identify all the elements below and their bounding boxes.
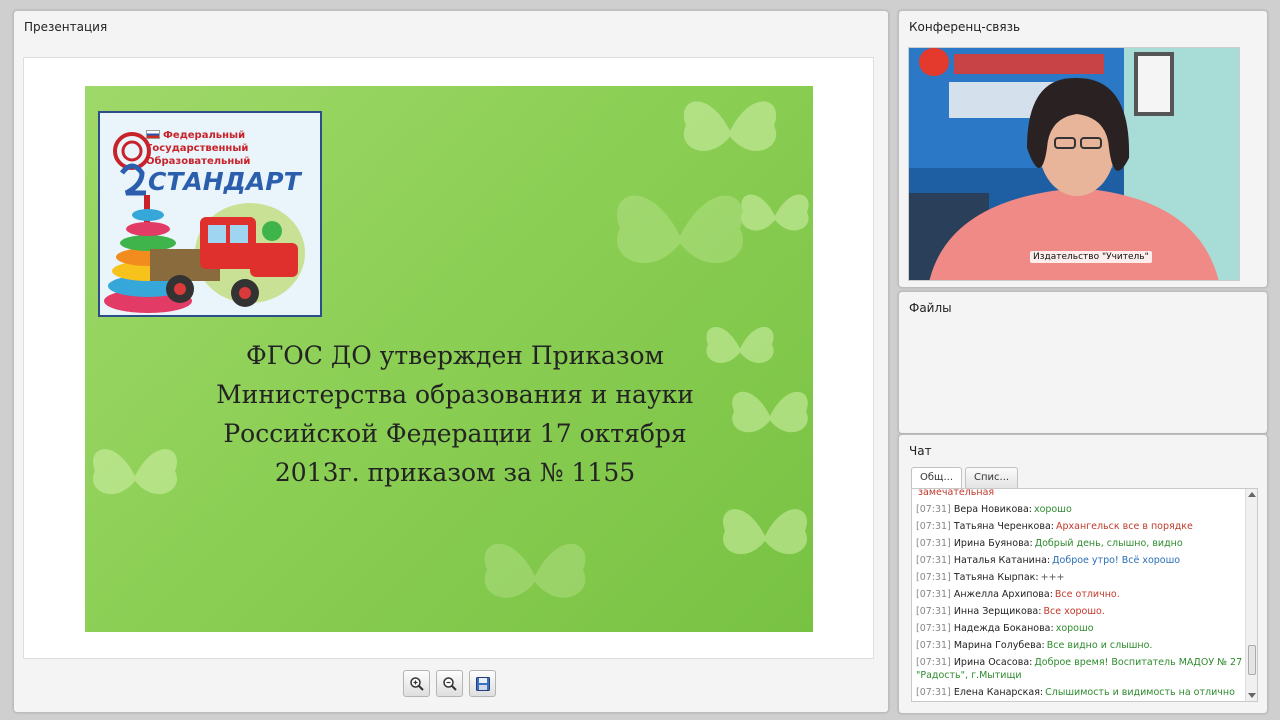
chat-message: [07:31] Татьяна Кырпак: +++ [916,569,1243,586]
chat-message-author: Марина Голубева: [953,640,1045,651]
chat-message-time: [07:31] [916,687,951,698]
chat-message-text: Все хорошо. [1043,606,1105,617]
chat-message-author: Ирина Осасова: [953,657,1033,668]
chat-message-author: Елена Канарская: [953,687,1044,698]
chat-scrollbar[interactable] [1245,489,1257,701]
chat-message-text: Все отлично. [1054,589,1120,600]
chat-message: [07:31] Елена Канарская: Слышимость и вид… [916,684,1243,701]
toys-illustration [104,195,305,313]
chat-message-text: Архангельск все в порядке [1055,521,1193,532]
zoom-out-button[interactable] [436,670,463,697]
slide-text-line: Министерства образования и науки [216,380,694,409]
chat-message-text: Слышимость и видимость на отлично [1045,687,1235,698]
chat-message: [07:31] Наталья Катанина: Доброе утро! Вс… [916,552,1243,569]
zoom-in-button[interactable] [403,670,430,697]
scroll-down-icon[interactable] [1248,693,1256,698]
butterfly-decoration [723,509,807,555]
slide: Федеральный Государственный Образователь… [85,86,813,632]
chat-message-author: Надежда Боканова: [953,623,1054,634]
slide-body-text: ФГОС ДО утвержден Приказом Министерства … [165,336,745,492]
scroll-up-icon[interactable] [1248,492,1256,497]
russia-flag-icon [146,130,160,139]
chat-message: [07:31] Марина Голубева: Все видно и слыш… [916,637,1243,654]
zoom-out-icon [442,676,457,691]
chat-message-text: +++ [1040,572,1065,583]
chat-message-author: Татьяна Кырпак: [953,572,1039,583]
conference-panel: Конференц-связь Издательство "Учитель" [898,10,1268,288]
chat-scroll-thumb[interactable] [1248,645,1256,675]
chat-message-author: Татьяна Черенкова: [953,521,1054,532]
presentation-title: Презентация [24,20,108,34]
slide-text-line: Российской Федерации 17 октября [223,419,687,448]
logo-line: Государственный [146,143,249,154]
chat-message-area[interactable]: замечательная [07:31] Вера Новикова: хорош… [911,488,1258,702]
chat-message-time: [07:31] [916,657,951,668]
chat-message-text: Все видно и слышно. [1046,640,1153,651]
chat-message: [07:31] Надежда Боканова: хорошо [916,620,1243,637]
fgos-logo: Федеральный Государственный Образователь… [98,111,322,317]
speaker-label: Издательство "Учитель" [1030,251,1152,263]
files-panel: Файлы [898,291,1268,434]
chat-message-text: хорошо [1033,504,1072,515]
chat-message-time: [07:31] [916,623,951,634]
chat-message-time: [07:31] [916,572,951,583]
chat-message-time: [07:31] [916,504,951,515]
conference-title: Конференц-связь [909,20,1021,34]
video-feed: Издательство "Учитель" [908,47,1240,281]
chat-message-text: Добрый день, слышно, видно [1034,538,1183,549]
chat-message-text: хорошо [1055,623,1094,634]
butterfly-decoration [617,195,743,264]
zoom-in-icon [409,676,424,691]
save-icon [475,676,490,691]
chat-message-time: [07:31] [916,589,951,600]
slide-text-line: 2013г. приказом за № 1155 [274,458,636,487]
logo-standard-word: СТАНДАРТ [148,167,301,196]
presentation-toolbar [403,670,499,700]
logo-line: Федеральный [163,130,246,141]
slide-area: Федеральный Государственный Образователь… [23,57,874,659]
tab-general[interactable]: Общ... [911,467,962,489]
chat-message-author: Анжелла Архипова: [953,589,1053,600]
butterfly-decoration [683,101,777,151]
chat-message: замечательная [916,488,1243,501]
chat-tabs: Общ... Спис... [911,467,1019,489]
chat-message-author: Ирина Буянова: [953,538,1033,549]
chat-message-time: [07:31] [916,555,951,566]
chat-message: [07:31] Татьяна Черенкова: Архангельск вс… [916,518,1243,535]
chat-message: [07:31] Ирина Осасова: Доброе время! Восп… [916,654,1243,684]
chat-message-text: замечательная [918,488,995,498]
chat-message-time: [07:31] [916,606,951,617]
chat-panel: Чат Общ... Спис... замечательная [07:31] … [898,434,1268,714]
save-button[interactable] [469,670,496,697]
chat-message-author: Наталья Катанина: [953,555,1051,566]
chat-message: [07:31] Вера Новикова: хорошо [916,501,1243,518]
chat-message-time: [07:31] [916,521,951,532]
chat-message-time: [07:31] [916,640,951,651]
chat-message-text: Доброе утро! Всё хорошо [1052,555,1181,566]
butterfly-decoration [484,543,586,598]
chat-message: [07:31] Инна Зерщикова: Все хорошо. [916,603,1243,620]
chat-message: [07:31] Анжелла Архипова: Все отлично. [916,586,1243,603]
chat-message: [07:31] Ирина Буянова: Добрый день, слышн… [916,535,1243,552]
logo-caption: Федеральный Государственный Образователь… [146,129,316,168]
chat-message-time: [07:31] [916,538,951,549]
chat-message-author: Вера Новикова: [953,504,1032,515]
chat-message-author: Инна Зерщикова: [953,606,1042,617]
video-frame [909,48,1239,280]
files-title: Файлы [909,301,952,315]
slide-text-line: ФГОС ДО утвержден Приказом [246,341,664,370]
chat-message-list: замечательная [07:31] Вера Новикова: хорош… [916,488,1243,701]
chat-title: Чат [909,444,932,458]
tab-participants[interactable]: Спис... [965,467,1019,489]
presentation-panel: Презентация Федеральный Государственный … [13,10,889,713]
